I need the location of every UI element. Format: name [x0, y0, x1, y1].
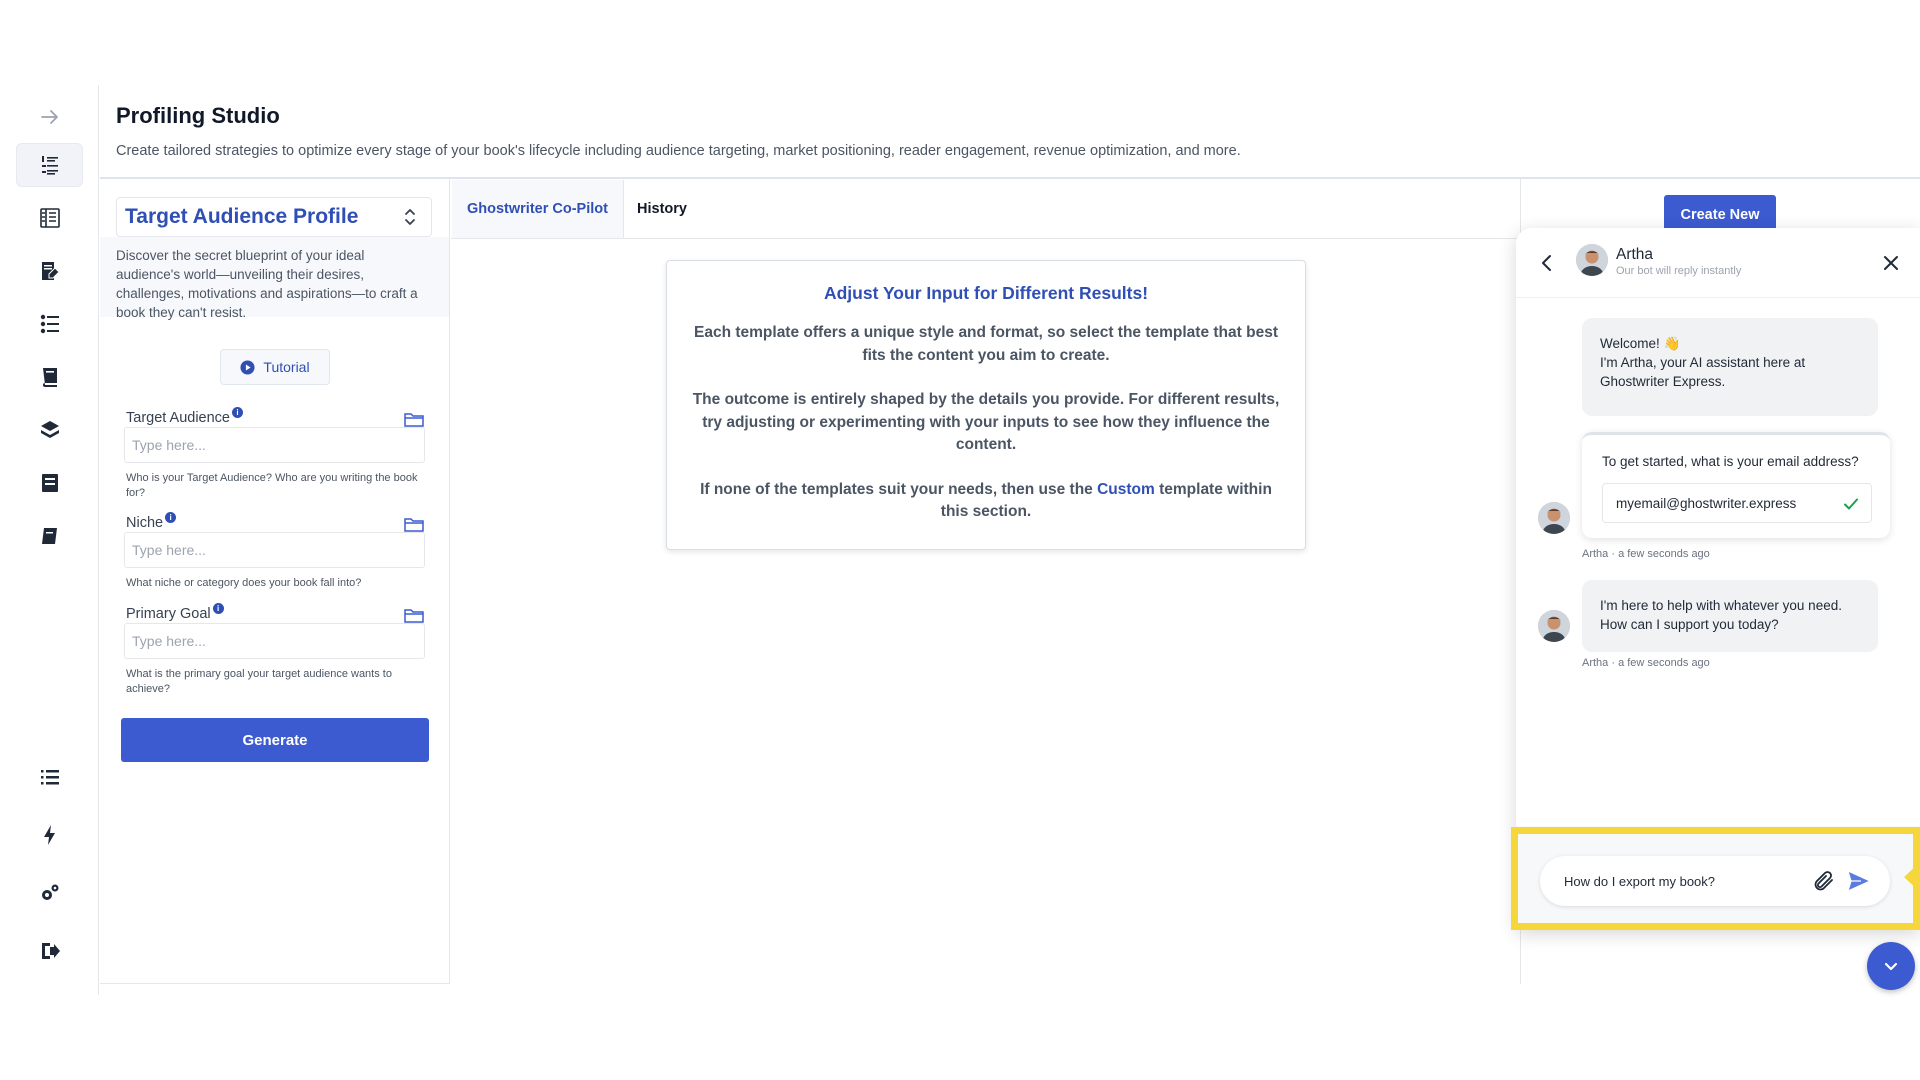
info-icon[interactable]: i	[165, 512, 177, 523]
notice-paragraph-2: The outcome is entirely shaped by the de…	[692, 391, 1280, 453]
lightning-icon[interactable]	[16, 813, 83, 857]
custom-template-link[interactable]: Custom	[1097, 481, 1155, 498]
book-layout-icon[interactable]	[16, 196, 83, 240]
icon-rail	[0, 85, 99, 995]
arrow-right-icon[interactable]	[16, 95, 83, 139]
logout-icon[interactable]	[16, 929, 83, 973]
primary-goal-help: What is the primary goal your target aud…	[126, 668, 392, 695]
niche-help: What niche or category does your book fa…	[126, 577, 362, 589]
chat-widget: Artha Our bot will reply instantly Welco…	[1516, 228, 1920, 930]
check-icon	[1844, 498, 1858, 510]
book-small-icon[interactable]	[16, 514, 83, 558]
message-meta: Artha · a few seconds ago	[1582, 548, 1710, 560]
notice-title: Adjust Your Input for Different Results!	[823, 283, 1149, 303]
tutorial-label: Tutorial	[263, 359, 310, 375]
email-prompt-card: To get started, what is your email addre…	[1582, 432, 1890, 538]
notice-card: Adjust Your Input for Different Results!…	[666, 260, 1306, 550]
list-icon[interactable]	[16, 755, 83, 799]
help-message: I'm here to help with whatever you need.…	[1582, 580, 1878, 652]
generate-button[interactable]: Generate	[121, 718, 429, 762]
page-subtitle: Create tailored strategies to optimize e…	[116, 143, 1241, 159]
profile-description: Discover the secret blueprint of your id…	[116, 248, 418, 320]
avatar	[1538, 610, 1570, 642]
notice-paragraph-1: Each template offers a unique style and …	[694, 324, 1278, 364]
tabs-divider	[451, 238, 1521, 239]
info-icon[interactable]: i	[232, 407, 243, 418]
chat-header: Artha Our bot will reply instantly	[1516, 228, 1920, 298]
avatar	[1576, 244, 1608, 276]
form-panel: Target Audience Profile Discover the sec…	[100, 179, 450, 984]
target-audience-input[interactable]	[124, 427, 425, 463]
chevron-left-icon[interactable]	[1536, 252, 1558, 274]
archive-icon[interactable]	[16, 461, 83, 505]
notebook-edit-icon[interactable]	[16, 249, 83, 293]
notice-paragraph-3: If none of the templates suit your needs…	[700, 480, 1272, 521]
chat-message-input[interactable]	[1564, 866, 1794, 896]
book-icon[interactable]	[16, 355, 83, 399]
folder-icon[interactable]	[404, 607, 424, 623]
email-question: To get started, what is your email addre…	[1602, 454, 1859, 469]
book-stack-icon[interactable]	[16, 408, 83, 452]
profile-select[interactable]: Target Audience Profile	[116, 197, 432, 237]
checklist-icon[interactable]	[16, 302, 83, 346]
tab-ghostwriter-copilot[interactable]: Ghostwriter Co-Pilot	[452, 180, 624, 238]
paperclip-icon[interactable]	[1812, 869, 1836, 893]
send-icon[interactable]	[1846, 869, 1872, 893]
profile-select-label: Target Audience Profile	[125, 205, 359, 228]
welcome-message: Welcome! 👋 I'm Artha, your AI assistant …	[1582, 318, 1878, 416]
primary-goal-label: Primary Goal i	[126, 603, 224, 622]
tab-history[interactable]: History	[637, 180, 687, 238]
settings-gears-icon[interactable]	[16, 871, 83, 915]
folder-icon[interactable]	[404, 516, 424, 532]
chat-agent-name: Artha	[1616, 246, 1654, 263]
avatar	[1538, 502, 1570, 534]
primary-goal-input[interactable]	[124, 623, 425, 659]
page-title: Profiling Studio	[116, 103, 280, 128]
tutorial-button[interactable]: Tutorial	[220, 349, 330, 385]
chat-composer	[1540, 856, 1890, 906]
chat-toggle-button[interactable]	[1867, 942, 1915, 990]
target-audience-help: Who is your Target Audience? Who are you…	[126, 472, 418, 499]
play-icon	[240, 359, 255, 375]
target-audience-label: Target Audience i	[126, 407, 243, 426]
email-field[interactable]: myemail@ghostwriter.express	[1602, 483, 1872, 523]
info-icon[interactable]: i	[212, 603, 224, 614]
chevron-up-down-icon	[405, 209, 415, 225]
message-meta: Artha · a few seconds ago	[1582, 657, 1710, 669]
niche-label: Niche i	[126, 512, 177, 531]
close-icon[interactable]	[1880, 252, 1902, 274]
list-numbered-icon[interactable]	[16, 143, 83, 187]
folder-icon[interactable]	[404, 411, 424, 427]
chat-status: Our bot will reply instantly	[1616, 265, 1742, 277]
niche-input[interactable]	[124, 532, 425, 568]
chevron-down-icon	[1884, 962, 1898, 971]
